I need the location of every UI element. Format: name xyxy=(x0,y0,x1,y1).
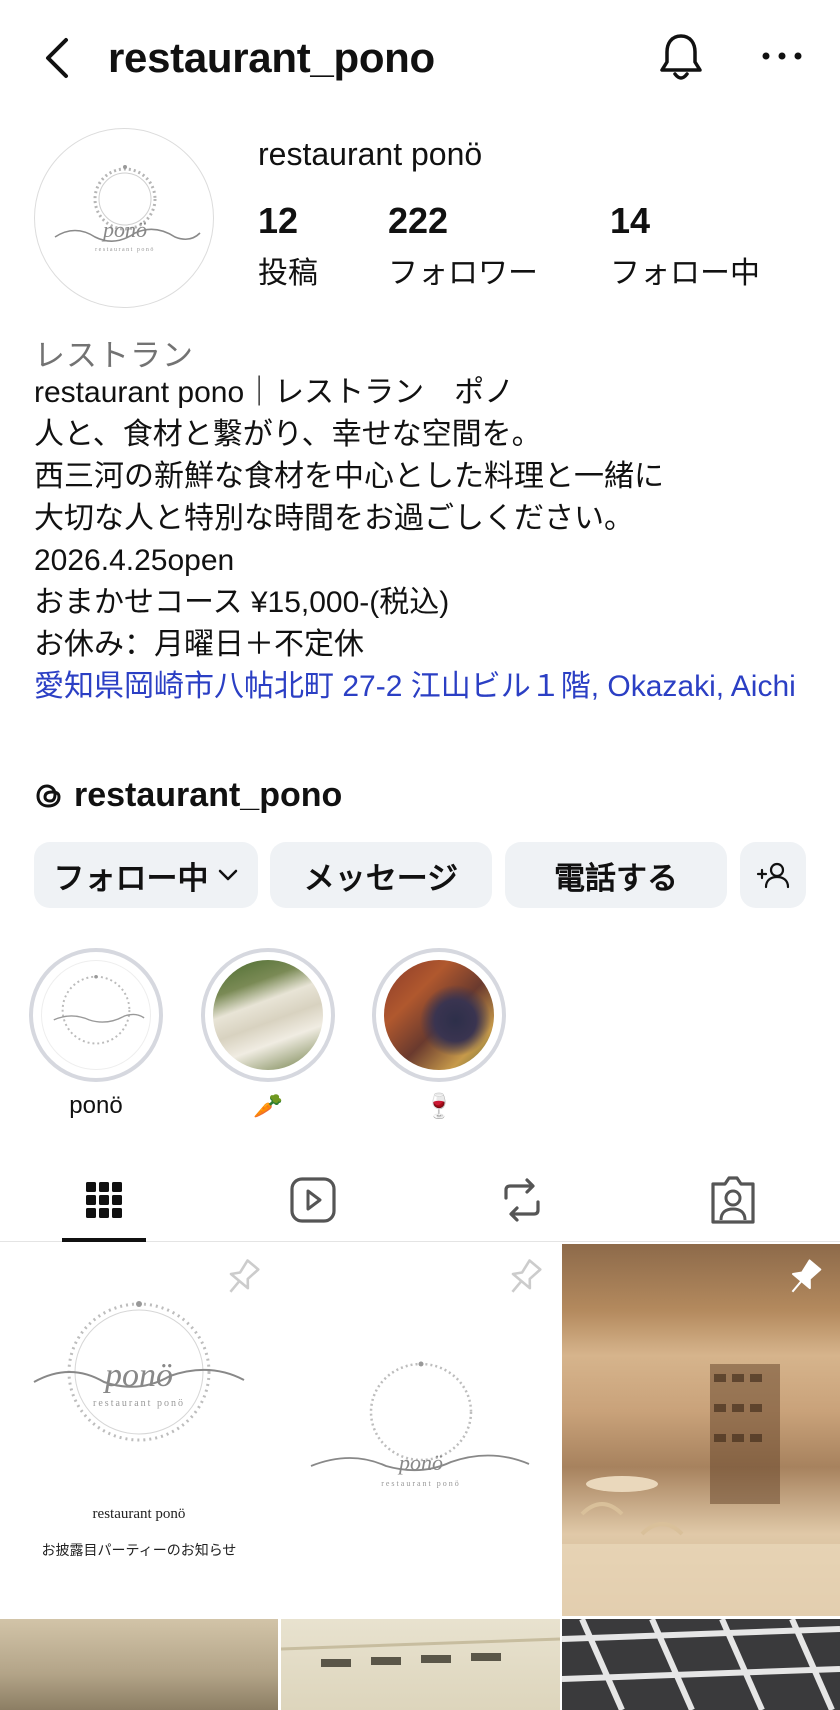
highlight-item[interactable]: ponö xyxy=(29,948,163,1126)
stat-posts-count: 12 xyxy=(258,200,299,241)
highlight-item[interactable]: 🍷 xyxy=(372,948,506,1126)
profile-tabs xyxy=(0,1162,840,1242)
call-button-label: 電話する xyxy=(554,860,678,896)
stat-posts-label: 投稿 xyxy=(258,257,318,290)
stat-following-count: 14 xyxy=(610,200,651,241)
back-icon[interactable] xyxy=(38,34,78,82)
message-button[interactable]: メッセージ xyxy=(270,842,492,908)
stat-following[interactable]: 14 フォロー中 xyxy=(610,200,760,292)
message-button-label: メッセージ xyxy=(303,860,459,896)
threads-icon xyxy=(36,783,61,808)
post-caption: お披露目パーティーのお知らせ xyxy=(41,1542,237,1558)
bio-line: restaurant pono｜レストラン ポノ xyxy=(34,376,515,409)
more-options-icon[interactable] xyxy=(760,44,804,68)
restaurant-logo: ponö restaurant ponö xyxy=(54,165,201,253)
address-link[interactable]: 愛知県岡崎市八帖北町 27-2 江山ビル１階, Okazaki, Aichi xyxy=(34,666,814,708)
highlight-cover xyxy=(41,960,151,1070)
bio-line: お休み：月曜日＋不定休 xyxy=(34,628,364,661)
call-button[interactable]: 電話する xyxy=(505,842,727,908)
highlight-cover xyxy=(213,960,323,1070)
post-tile[interactable]: ponö restaurant ponö restaurant ponö お披露… xyxy=(0,1244,278,1616)
grid-icon[interactable] xyxy=(74,1172,134,1228)
highlight-ring xyxy=(29,948,163,1082)
threads-handle: restaurant_pono xyxy=(74,776,343,814)
active-tab-indicator xyxy=(62,1238,146,1242)
post-tile[interactable] xyxy=(281,1619,560,1710)
bell-icon[interactable] xyxy=(656,30,706,84)
svg-text:restaurant ponö: restaurant ponö xyxy=(95,247,155,253)
highlight-ring xyxy=(372,948,506,1082)
highlight-label: 🍷 xyxy=(424,1093,454,1120)
stat-posts[interactable]: 12 投稿 xyxy=(258,200,318,292)
highlight-ring xyxy=(201,948,335,1082)
bio-line: 2026.4.25open xyxy=(34,544,235,577)
bio-line: 西三河の新鮮な食材を中心とした料理と一緒に xyxy=(34,460,664,493)
pin-icon xyxy=(229,1259,260,1293)
highlight-label: 🥕 xyxy=(253,1093,283,1120)
stat-followers-label: フォロワー xyxy=(388,257,538,290)
svg-text:ponö: ponö xyxy=(397,1450,443,1475)
page-title: restaurant_pono xyxy=(108,34,435,81)
svg-text:restaurant ponö: restaurant ponö xyxy=(93,1398,185,1409)
pin-icon xyxy=(511,1259,542,1293)
following-button[interactable]: フォロー中 xyxy=(34,842,258,908)
stat-followers-count: 222 xyxy=(388,200,449,241)
highlight-item[interactable]: 🥕 xyxy=(201,948,335,1126)
tagged-icon[interactable] xyxy=(703,1172,763,1228)
post-image-ceiling-beams xyxy=(562,1619,840,1710)
post-tile[interactable] xyxy=(562,1244,840,1616)
profile-category: レストラン xyxy=(34,338,194,373)
reposts-icon[interactable] xyxy=(492,1172,552,1228)
highlight-label: ponö xyxy=(69,1092,123,1119)
bio-line: 大切な人と特別な時間をお過ごしください。 xyxy=(34,502,634,535)
highlight-cover xyxy=(384,960,494,1070)
post-tile[interactable] xyxy=(0,1619,278,1710)
profile-bio: restaurant pono｜レストラン ポノ 人と、食材と繋がり、幸せな空間… xyxy=(34,372,814,708)
post-tile[interactable] xyxy=(562,1619,840,1710)
following-button-label: フォロー中 xyxy=(53,860,209,896)
stat-followers[interactable]: 222 フォロワー xyxy=(388,200,538,292)
add-user-icon xyxy=(756,862,790,889)
reels-icon[interactable] xyxy=(283,1172,343,1228)
stat-following-label: フォロー中 xyxy=(610,257,760,290)
bio-line: おまかせコース ¥15,000-(税込) xyxy=(34,586,450,619)
post-image-ceiling xyxy=(281,1637,560,1667)
svg-text:ponö: ponö xyxy=(103,1357,173,1394)
bio-line: 人と、食材と繋がり、幸せな空間を。 xyxy=(34,418,542,451)
threads-link[interactable]: restaurant_pono xyxy=(34,776,342,815)
pin-icon xyxy=(791,1259,822,1293)
avatar[interactable]: ponö restaurant ponö xyxy=(34,128,214,308)
profile-display-name: restaurant ponö xyxy=(258,136,483,172)
post-tile[interactable]: ponö restaurant ponö xyxy=(281,1244,560,1616)
svg-text:restaurant ponö: restaurant ponö xyxy=(381,1479,461,1488)
chevron-down-icon xyxy=(218,869,237,881)
svg-text:ponö: ponö xyxy=(101,217,147,242)
add-user-button[interactable] xyxy=(740,842,806,908)
post-title: restaurant ponö xyxy=(92,1506,186,1522)
